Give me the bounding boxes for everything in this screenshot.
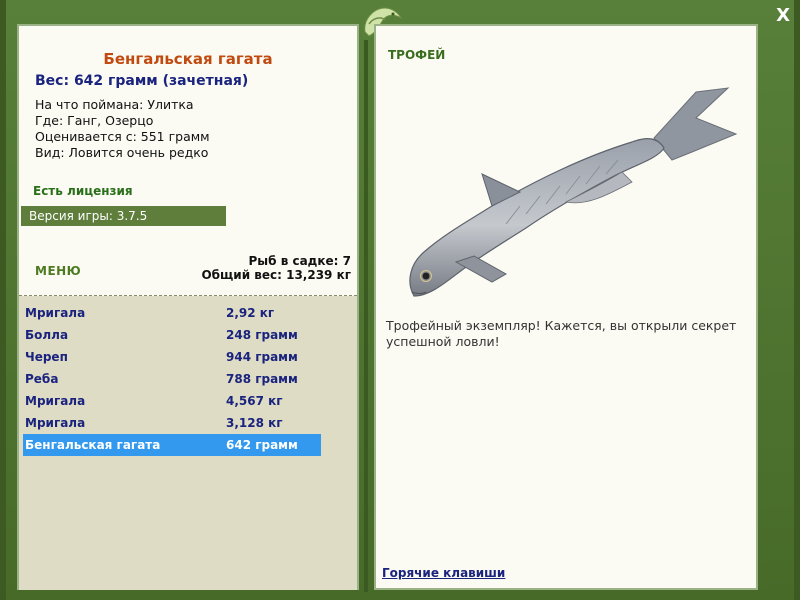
- catch-row[interactable]: Мригала 2,92 кг: [23, 302, 321, 324]
- catch-row[interactable]: Череп 944 грамм: [23, 346, 321, 368]
- trophy-panel: ТРОФЕЙ Трофейный экземпляр! Кажется, вы …: [374, 24, 758, 590]
- location-text: Где: Ганг, Озерцо: [35, 113, 154, 128]
- fish-weight: Вес: 642 грамм (зачетная): [35, 73, 249, 89]
- license-status: Есть лицензия: [33, 184, 133, 198]
- catch-weight: 4,567 кг: [226, 394, 283, 408]
- menu-button[interactable]: МЕНЮ: [35, 264, 81, 278]
- catch-name: Бенгальская гагата: [25, 438, 161, 452]
- fish-image: [409, 87, 738, 297]
- catch-list: Мригала 2,92 кг Болла 248 грамм Череп 94…: [23, 302, 321, 456]
- catch-row[interactable]: Болла 248 грамм: [23, 324, 321, 346]
- catch-name: Мригала: [25, 416, 86, 430]
- catch-weight: 788 грамм: [226, 372, 298, 386]
- caught-on-text: На что поймана: Улитка: [35, 97, 194, 112]
- hotkeys-link[interactable]: Горячие клавиши: [382, 566, 505, 580]
- catch-row-selected[interactable]: Бенгальская гагата 642 грамм: [23, 434, 321, 456]
- catch-weight: 2,92 кг: [226, 306, 275, 320]
- keepnet-total-weight: Общий вес: 13,239 кг: [201, 268, 351, 282]
- catch-row[interactable]: Реба 788 грамм: [23, 368, 321, 390]
- catch-weight: 3,128 кг: [226, 416, 283, 430]
- frame-edge-right: [794, 0, 800, 600]
- catch-weight: 248 грамм: [226, 328, 298, 342]
- rated-from-text: Оценивается с: 551 грамм: [35, 129, 210, 144]
- fish-info-panel: Бенгальская гагата Вес: 642 грамм (зачет…: [17, 24, 359, 590]
- catch-name: Мригала: [25, 394, 86, 408]
- catch-list-area: Мригала 2,92 кг Болла 248 грамм Череп 94…: [19, 296, 357, 590]
- catch-name: Мригала: [25, 306, 86, 320]
- catch-weight: 642 грамм: [226, 438, 298, 452]
- fish-details: На что поймана: Улитка Где: Ганг, Озерцо…: [35, 97, 210, 161]
- trophy-message: Трофейный экземпляр! Кажется, вы открыли…: [386, 318, 737, 349]
- catch-name: Череп: [25, 350, 68, 364]
- catch-row[interactable]: Мригала 3,128 кг: [23, 412, 321, 434]
- catch-name: Реба: [25, 372, 59, 386]
- fish-title: Бенгальская гагата: [103, 50, 273, 68]
- catch-weight: 944 грамм: [226, 350, 298, 364]
- frame-edge-left: [0, 0, 6, 600]
- catch-row[interactable]: Мригала 4,567 кг: [23, 390, 321, 412]
- panel-divider: [364, 40, 368, 592]
- rarity-text: Вид: Ловится очень редко: [35, 145, 209, 160]
- keepnet-summary: Рыб в садке: 7 Общий вес: 13,239 кг: [201, 254, 351, 282]
- catch-name: Болла: [25, 328, 69, 342]
- close-button[interactable]: X: [776, 6, 790, 26]
- version-bar: Версия игры: 3.7.5: [21, 206, 226, 226]
- keepnet-count: Рыб в садке: 7: [248, 254, 352, 268]
